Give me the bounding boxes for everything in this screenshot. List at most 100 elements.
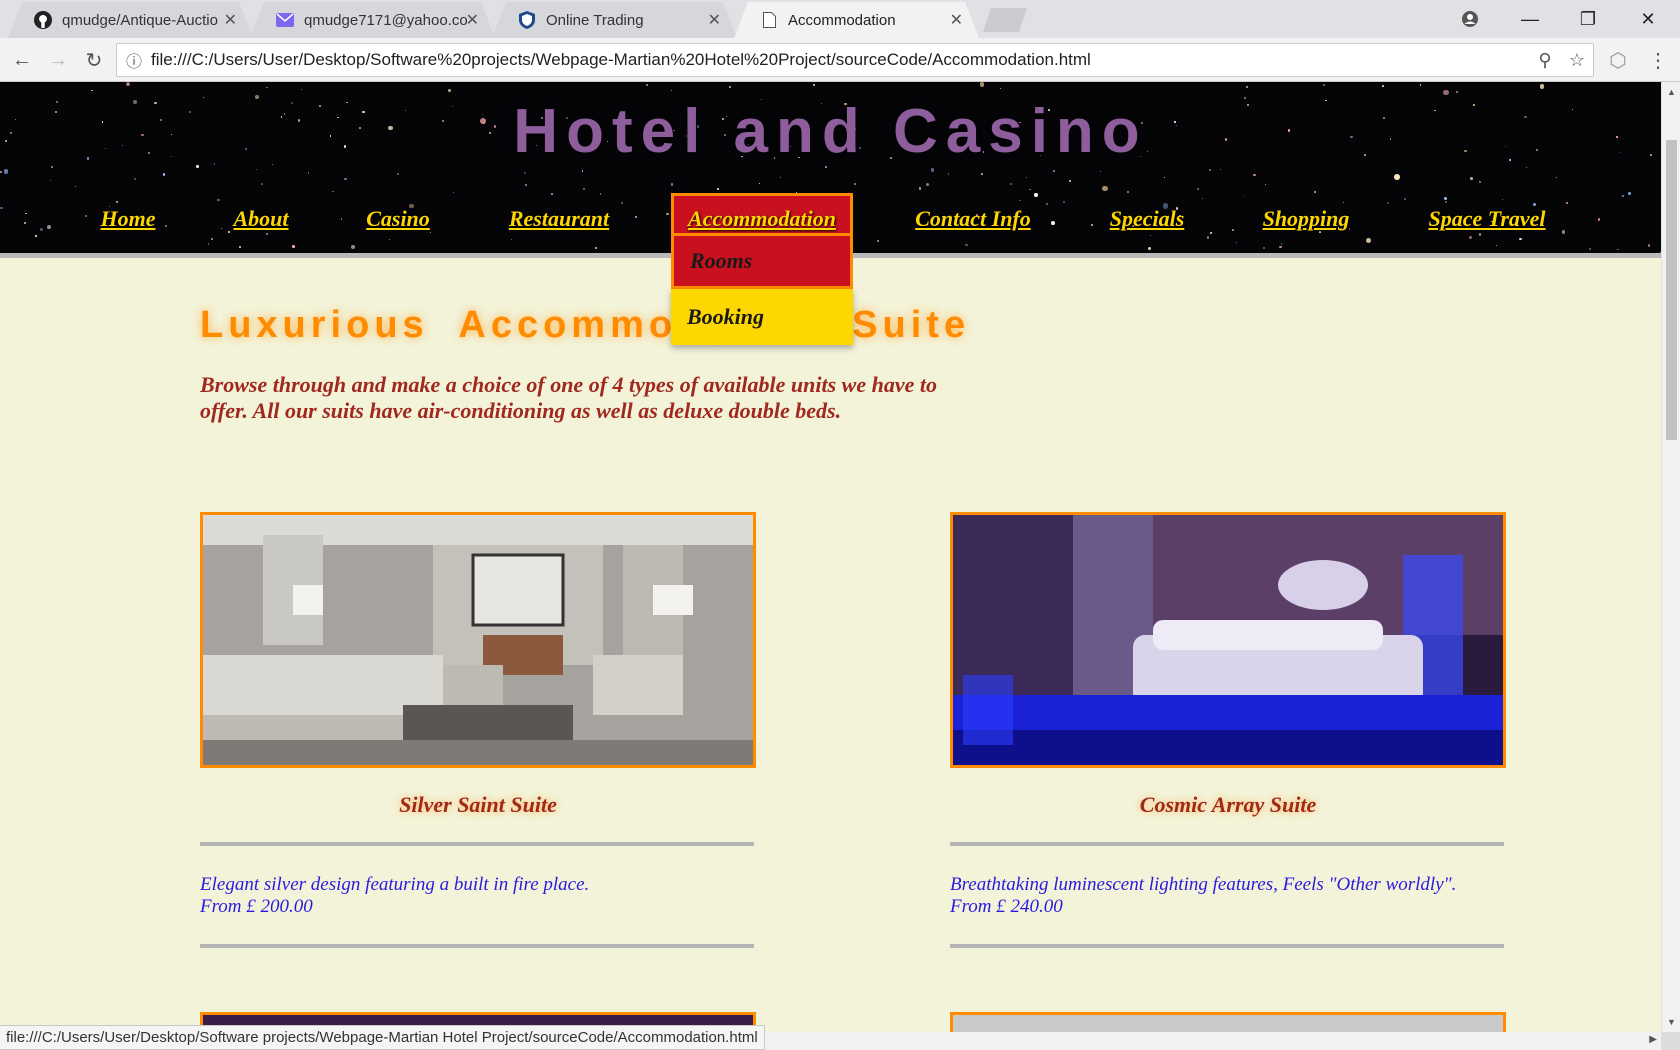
tab-mail[interactable]: qmudge7171@yahoo.co ✕: [250, 2, 495, 38]
accommodation-dropdown: Rooms Booking: [671, 233, 853, 345]
close-tab-icon[interactable]: ✕: [224, 10, 237, 30]
divider: [200, 944, 754, 948]
star: [397, 172, 399, 175]
close-tab-icon[interactable]: ✕: [950, 10, 963, 30]
star: [981, 173, 984, 175]
star: [779, 177, 781, 179]
room-desc-text: Breathtaking luminescent lighting featur…: [950, 874, 1457, 895]
star: [670, 183, 674, 186]
dropdown-booking[interactable]: Booking: [671, 289, 853, 345]
room-photo-partial[interactable]: [950, 1012, 1506, 1032]
tab-github[interactable]: qmudge/Antique-Auctio ✕: [8, 2, 253, 38]
tab-label: Online Trading: [546, 11, 644, 29]
address-bar[interactable]: ⓘ file:///C:/Users/User/Desktop/Software…: [116, 43, 1594, 77]
dropdown-rooms[interactable]: Rooms: [671, 233, 853, 289]
star: [646, 84, 648, 86]
horizontal-scrollbar[interactable]: ▶: [765, 1032, 1661, 1050]
star: [1246, 86, 1249, 88]
divider: [950, 944, 1504, 948]
scrollbar-corner: [1661, 1032, 1680, 1050]
scroll-up-arrow-icon[interactable]: ▲: [1662, 84, 1680, 100]
room-card-silver: Silver Saint Suite Elegant silver design…: [200, 512, 756, 948]
tab-online-trading[interactable]: Online Trading ✕: [492, 2, 737, 38]
nav-shopping[interactable]: Shopping: [1258, 193, 1354, 245]
back-icon[interactable]: ←: [8, 46, 36, 74]
star: [1555, 176, 1558, 179]
info-icon[interactable]: ⓘ: [117, 48, 151, 72]
star: [1539, 83, 1545, 89]
star: [948, 173, 950, 175]
star: [126, 82, 130, 86]
room-photo-cosmic[interactable]: [950, 512, 1506, 768]
address-url[interactable]: file:///C:/Users/User/Desktop/Software%2…: [151, 50, 1529, 70]
nav-contact-info[interactable]: Contact Info: [910, 193, 1036, 245]
menu-icon[interactable]: ⋮: [1644, 46, 1672, 74]
star: [91, 89, 93, 91]
star: [75, 186, 77, 188]
star: [1025, 177, 1027, 179]
mail-icon: [276, 11, 294, 29]
star: [1262, 246, 1266, 250]
star: [133, 177, 137, 180]
new-tab-button[interactable]: [983, 8, 1027, 32]
star: [1264, 184, 1266, 186]
zoom-icon[interactable]: ⚲: [1529, 50, 1561, 71]
tab-label: qmudge/Antique-Auctio: [62, 11, 218, 29]
star: [1029, 189, 1031, 191]
tab-label: qmudge7171@yahoo.co: [304, 11, 468, 29]
nav-restaurant[interactable]: Restaurant: [502, 193, 616, 245]
close-tab-icon[interactable]: ✕: [466, 10, 479, 30]
star: [1470, 177, 1473, 180]
minimize-icon[interactable]: —: [1502, 4, 1558, 34]
star: [1382, 85, 1384, 87]
browser-toolbar: ← → ↻ ⓘ file:///C:/Users/User/Desktop/So…: [0, 38, 1680, 82]
close-window-icon[interactable]: ✕: [1620, 4, 1676, 34]
divider: [950, 842, 1504, 846]
star: [1163, 176, 1166, 179]
profile-icon[interactable]: [1442, 4, 1498, 34]
nav-casino[interactable]: Casino: [360, 193, 436, 245]
nav-about[interactable]: About: [226, 193, 296, 245]
reload-icon[interactable]: ↻: [80, 46, 108, 74]
intro-text: Browse through and make a choice of one …: [200, 372, 937, 423]
star: [1279, 245, 1282, 249]
star: [1219, 169, 1221, 171]
star: [344, 177, 347, 180]
star: [255, 168, 257, 170]
room-price: From £ 200.00: [200, 896, 313, 917]
star: [583, 187, 586, 190]
star: [1208, 168, 1211, 172]
scroll-down-arrow-icon[interactable]: ▼: [1662, 1014, 1680, 1030]
star: [758, 182, 761, 184]
room-name: Cosmic Array Suite: [1139, 792, 1317, 817]
star: [1099, 170, 1102, 172]
nav-specials[interactable]: Specials: [1104, 193, 1190, 245]
nav-space-travel[interactable]: Space Travel: [1420, 193, 1554, 245]
star: [595, 247, 597, 250]
star: [1479, 180, 1482, 183]
tab-accommodation[interactable]: Accommodation ✕: [734, 2, 979, 38]
scroll-thumb[interactable]: [1666, 140, 1677, 440]
star: [0, 170, 3, 173]
star: [261, 183, 263, 185]
tab-strip: qmudge/Antique-Auctio ✕ qmudge7171@yahoo…: [0, 0, 1680, 38]
star: [238, 245, 241, 249]
restore-icon[interactable]: ❐: [1560, 4, 1616, 34]
vertical-scrollbar[interactable]: ▲ ▼: [1661, 82, 1680, 1032]
extension-icon[interactable]: ⬡: [1604, 46, 1632, 74]
star: [3, 169, 9, 175]
scroll-right-arrow-icon[interactable]: ▶: [1649, 1034, 1657, 1045]
nav-home[interactable]: Home: [92, 193, 164, 245]
bookmark-star-icon[interactable]: ☆: [1561, 50, 1593, 71]
star: [1617, 249, 1619, 251]
star: [1394, 174, 1401, 181]
star: [1253, 174, 1256, 177]
star: [670, 89, 672, 91]
star: [1588, 247, 1591, 250]
star: [581, 169, 584, 172]
forward-icon[interactable]: →: [44, 46, 72, 74]
star: [1102, 185, 1108, 192]
room-photo-silver[interactable]: [200, 512, 756, 768]
close-tab-icon[interactable]: ✕: [708, 10, 721, 30]
star: [930, 168, 935, 173]
